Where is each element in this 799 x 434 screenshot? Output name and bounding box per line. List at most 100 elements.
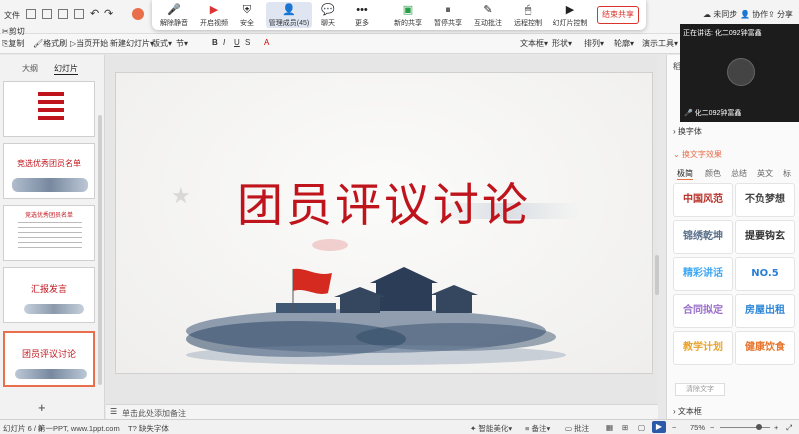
- notes-button[interactable]: ≡ 备注▾: [525, 423, 550, 434]
- notes-bar[interactable]: ☰ 单击此处添加备注: [106, 404, 658, 419]
- more-icon: •••: [356, 4, 368, 16]
- tab-summary[interactable]: 总结: [731, 168, 747, 179]
- shield-icon: ⛨: [242, 4, 252, 16]
- slide-thumbnail[interactable]: [3, 81, 95, 137]
- file-menu[interactable]: 文件: [4, 10, 20, 21]
- text-effect-section[interactable]: ⌄ 换文字效果: [673, 149, 722, 160]
- sorter-view-icon[interactable]: ⊞: [622, 423, 628, 432]
- reading-view-icon[interactable]: ▢: [638, 423, 645, 432]
- pause-share-button[interactable]: ⏸ 暂停共享: [428, 4, 468, 28]
- thumb-bar: [38, 116, 64, 120]
- fit-window-icon[interactable]: ⤢: [786, 423, 792, 433]
- annotate-button[interactable]: ✎ 互动批注: [468, 4, 508, 28]
- text-effect-sample[interactable]: NO.5: [735, 257, 795, 291]
- canvas-scrollbar[interactable]: [655, 255, 659, 295]
- tab-slides[interactable]: 幻灯片: [54, 63, 78, 75]
- layout-button[interactable]: 版式▾: [152, 38, 172, 49]
- shape-button[interactable]: 形状▾: [552, 38, 572, 49]
- text-effect-sample[interactable]: 中国风范: [673, 183, 733, 217]
- outline-button[interactable]: 轮廓▾: [614, 38, 634, 49]
- missing-font-button[interactable]: T? 缺失字体: [128, 423, 169, 434]
- slide-control-button[interactable]: ▶ 幻灯片控制: [548, 4, 592, 28]
- text-effect-sample[interactable]: 提要钩玄: [735, 220, 795, 254]
- comments-button[interactable]: ▭ 批注: [565, 423, 589, 434]
- undo-icon[interactable]: ↶: [90, 7, 99, 20]
- security-button[interactable]: ⛨ 安全: [232, 4, 262, 28]
- participant-name: 🎤 化二092钟富鑫: [684, 110, 742, 117]
- thumb-title: 汇报发言: [30, 284, 67, 294]
- video-tile[interactable]: 正在讲话: 化二092钟富鑫 🎤 化二092钟富鑫: [680, 24, 799, 122]
- presentation-tools-button[interactable]: 演示工具▾: [642, 38, 678, 49]
- user-avatar[interactable]: [132, 8, 144, 20]
- textbox-button[interactable]: 文本框▾: [520, 38, 548, 49]
- play-from-current-button[interactable]: ▷当页开始: [70, 38, 108, 49]
- text-effect-sample[interactable]: 锦绣乾坤: [673, 220, 733, 254]
- textbox-section[interactable]: › 文本框: [673, 406, 702, 417]
- play-slideshow-button[interactable]: ▶: [652, 421, 666, 433]
- print-icon[interactable]: [74, 9, 84, 19]
- zoom-slider-handle[interactable]: [756, 424, 762, 430]
- slide-title[interactable]: 团员评议讨论: [116, 169, 652, 235]
- start-video-button[interactable]: ▶ 开启视频: [194, 4, 234, 28]
- chat-button[interactable]: 💬 聊天: [314, 4, 342, 28]
- menu-icon[interactable]: [26, 9, 36, 19]
- clear-effect-button[interactable]: 清除文字: [675, 383, 725, 396]
- copy-button[interactable]: ⎘复制: [2, 38, 24, 49]
- zoom-slider[interactable]: [720, 427, 770, 428]
- new-slide-button[interactable]: 新建幻灯片▾: [110, 38, 154, 49]
- share-button[interactable]: ⇪ 分享: [768, 9, 793, 20]
- smart-beautify-button[interactable]: ✦ 智能美化▾: [470, 423, 512, 434]
- slide-thumbnail-selected[interactable]: 团员评议讨论: [3, 331, 95, 387]
- zoom-out-button[interactable]: −: [672, 423, 676, 432]
- text-effect-sample[interactable]: 不负梦想: [735, 183, 795, 217]
- mic-icon: 🎤: [684, 110, 693, 117]
- slide-thumbnail[interactable]: 竞选优秀团员名单: [3, 143, 95, 199]
- arrange-button[interactable]: 排列▾: [584, 38, 604, 49]
- change-font-section[interactable]: › 换字体: [673, 126, 702, 137]
- end-share-button[interactable]: 结束共享: [597, 6, 639, 24]
- sync-status[interactable]: ☁ 未同步: [703, 9, 737, 20]
- slide-thumbnail[interactable]: 汇报发言: [3, 267, 95, 323]
- members-icon: 👤: [282, 4, 296, 16]
- format-painter-button[interactable]: 🖌格式刷: [33, 38, 67, 49]
- slide-thumbnail[interactable]: 竞选优秀团员名单: [3, 205, 95, 261]
- normal-view-icon[interactable]: ▦: [606, 423, 613, 432]
- remote-control-button[interactable]: 🖱 远程控制: [508, 4, 548, 28]
- tab-minimal[interactable]: 极简: [677, 168, 693, 180]
- unmute-button[interactable]: 🎤 解除静音: [154, 4, 194, 28]
- zoom-in-icon[interactable]: +: [774, 423, 778, 432]
- open-icon[interactable]: [42, 9, 52, 19]
- zoom-out-icon[interactable]: −: [710, 423, 714, 432]
- more-button[interactable]: ••• 更多: [348, 4, 376, 28]
- notes-toggle-icon[interactable]: ☰: [110, 407, 117, 416]
- redo-icon[interactable]: ↷: [104, 7, 113, 20]
- section-button[interactable]: 节▾: [176, 38, 188, 49]
- theme-name: 第一PPT, www.1ppt.com: [38, 424, 120, 433]
- new-share-button[interactable]: ▣ 新的共享: [388, 4, 428, 28]
- notes-placeholder[interactable]: 单击此处添加备注: [122, 408, 186, 419]
- text-effect-sample[interactable]: 房屋出租: [735, 294, 795, 328]
- underline-button[interactable]: U: [234, 38, 240, 47]
- text-effect-sample[interactable]: 精彩讲话: [673, 257, 733, 291]
- building: [376, 281, 432, 311]
- tab-english[interactable]: 英文: [757, 168, 773, 179]
- tab-more[interactable]: 标: [783, 168, 791, 179]
- tab-outline[interactable]: 大纲: [22, 63, 38, 74]
- bold-button[interactable]: B: [212, 38, 218, 47]
- text-effect-sample[interactable]: 教学计划: [673, 331, 733, 365]
- zoom-level[interactable]: 75%: [690, 423, 705, 432]
- text-effect-sample[interactable]: 合同拟定: [673, 294, 733, 328]
- manage-members-button[interactable]: 👤 管理成员(45): [266, 2, 312, 28]
- font-color-button[interactable]: A: [264, 38, 269, 47]
- save-icon[interactable]: [58, 9, 68, 19]
- tab-color[interactable]: 颜色: [705, 168, 721, 179]
- collaborate-button[interactable]: 👤 协作: [740, 9, 768, 20]
- ink-wash: [186, 345, 566, 365]
- cut-button[interactable]: ✂剪切: [2, 26, 25, 37]
- strikethrough-button[interactable]: S: [245, 38, 250, 47]
- current-slide[interactable]: ★ 团员评议讨论: [115, 72, 653, 374]
- add-slide-button[interactable]: +: [38, 400, 46, 415]
- thumbnail-scrollbar[interactable]: [98, 115, 102, 385]
- text-effect-sample[interactable]: 健康饮食: [735, 331, 795, 365]
- italic-button[interactable]: I: [223, 38, 225, 47]
